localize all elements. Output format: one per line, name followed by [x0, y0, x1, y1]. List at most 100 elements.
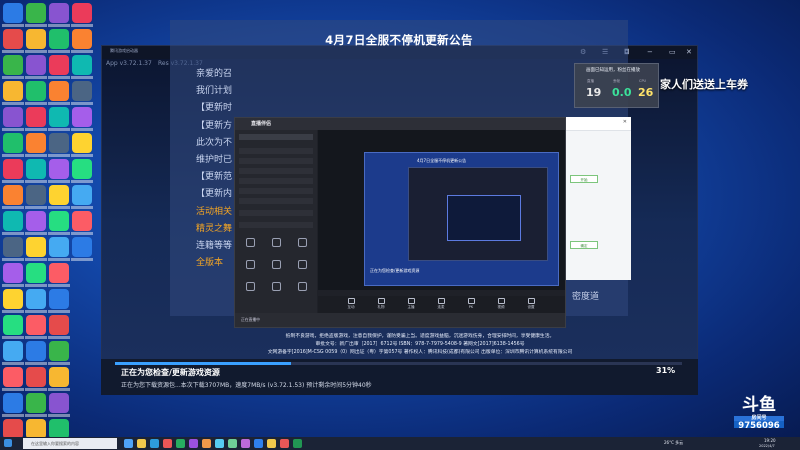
taskbar-app-icon[interactable] [241, 439, 250, 448]
desktop-app-icon[interactable] [26, 263, 46, 283]
taskbar-app-icon[interactable] [124, 439, 133, 448]
desktop-app-icon[interactable] [26, 315, 46, 335]
taskbar-app-icon[interactable] [267, 439, 276, 448]
companion-tool[interactable] [265, 260, 287, 271]
desktop-app-icon[interactable] [26, 159, 46, 179]
desktop-app-icon[interactable] [49, 289, 69, 309]
scene-tab-bar[interactable] [239, 134, 313, 140]
desktop-app-icon[interactable] [26, 419, 46, 439]
minimize-icon[interactable]: − [647, 47, 653, 58]
desktop-app-icon[interactable] [49, 3, 69, 23]
taskbar-app-icon[interactable] [150, 439, 159, 448]
desktop-app-icon[interactable] [49, 29, 69, 49]
desktop-app-icon[interactable] [3, 367, 23, 387]
desktop-app-icon[interactable] [3, 81, 23, 101]
start-icon[interactable] [4, 439, 12, 447]
desktop-app-icon[interactable] [49, 367, 69, 387]
desktop-app-icon[interactable] [49, 393, 69, 413]
control-button[interactable]: 设置 [518, 298, 544, 310]
companion-tool[interactable] [291, 282, 313, 293]
desktop-app-icon[interactable] [3, 211, 23, 231]
desktop-app-icon[interactable] [26, 211, 46, 231]
desktop-app-icon[interactable] [49, 159, 69, 179]
desktop-app-icon[interactable] [49, 237, 69, 257]
control-button[interactable]: PK [458, 298, 484, 309]
companion-tool[interactable] [239, 260, 261, 271]
desktop-app-icon[interactable] [3, 29, 23, 49]
desktop-app-icon[interactable] [72, 55, 92, 75]
desktop-app-icon[interactable] [3, 3, 23, 23]
desktop-app-icon[interactable] [3, 107, 23, 127]
desktop-app-icon[interactable] [49, 133, 69, 153]
desktop-app-icon[interactable] [26, 367, 46, 387]
desktop-app-icon[interactable] [49, 419, 69, 439]
desktop-app-icon[interactable] [3, 393, 23, 413]
scene-item[interactable] [239, 198, 313, 204]
control-button[interactable]: 互动 [338, 298, 364, 310]
desktop-app-icon[interactable] [3, 159, 23, 179]
desktop-app-icon[interactable] [72, 81, 92, 101]
taskbar-app-icon[interactable] [254, 439, 263, 448]
desktop-app-icon[interactable] [72, 107, 92, 127]
companion-tool[interactable] [291, 238, 313, 249]
desktop-app-icon[interactable] [72, 159, 92, 179]
streaming-companion-window[interactable]: 直播伴侣 4月7日全服不停机更新公告 正在为您检查/更新游戏资源 互动 礼物 主播 连… [234, 117, 566, 328]
companion-tool[interactable] [291, 260, 313, 271]
desktop-app-icon[interactable] [3, 315, 23, 335]
desktop-app-icon[interactable] [3, 419, 23, 439]
desktop-app-icon[interactable] [26, 237, 46, 257]
desktop-app-icon[interactable] [72, 237, 92, 257]
side-panel-close-icon[interactable]: ✕ [623, 119, 627, 125]
desktop-app-icon[interactable] [72, 211, 92, 231]
desktop-app-icon[interactable] [26, 393, 46, 413]
desktop-app-icon[interactable] [3, 289, 23, 309]
desktop-app-icon[interactable] [72, 133, 92, 153]
scene-item[interactable] [239, 222, 313, 228]
side-panel-button[interactable]: 确定 [570, 241, 598, 249]
taskbar-app-icon[interactable] [137, 439, 146, 448]
desktop-app-icon[interactable] [3, 237, 23, 257]
taskbar-app-icon[interactable] [202, 439, 211, 448]
desktop-app-icon[interactable] [3, 263, 23, 283]
companion-tool[interactable] [239, 238, 261, 249]
taskbar-app-icon[interactable] [163, 439, 172, 448]
desktop-app-icon[interactable] [3, 133, 23, 153]
desktop-app-icon[interactable] [49, 263, 69, 283]
desktop-app-icon[interactable] [49, 107, 69, 127]
desktop-app-icon[interactable] [72, 185, 92, 205]
desktop-app-icon[interactable] [26, 289, 46, 309]
scene-item[interactable] [239, 158, 313, 164]
taskbar-app-icon[interactable] [215, 439, 224, 448]
taskbar-app-icon[interactable] [176, 439, 185, 448]
desktop-app-icon[interactable] [26, 29, 46, 49]
desktop-app-icon[interactable] [26, 3, 46, 23]
scene-item[interactable] [239, 210, 313, 216]
taskbar-app-icon[interactable] [189, 439, 198, 448]
taskbar-app-icon[interactable] [293, 439, 302, 448]
desktop-app-icon[interactable] [3, 55, 23, 75]
scene-item[interactable] [239, 148, 313, 154]
desktop-app-icon[interactable] [26, 81, 46, 101]
companion-tool[interactable] [239, 282, 261, 293]
scene-item[interactable] [239, 178, 313, 184]
desktop-app-icon[interactable] [26, 185, 46, 205]
control-button[interactable]: 礼物 [368, 298, 394, 310]
desktop-app-icon[interactable] [26, 341, 46, 361]
desktop-app-icon[interactable] [3, 341, 23, 361]
desktop-app-icon[interactable] [26, 107, 46, 127]
scene-item[interactable] [239, 188, 313, 194]
control-button[interactable]: 连麦 [428, 298, 454, 310]
desktop-app-icon[interactable] [72, 29, 92, 49]
desktop-app-icon[interactable] [49, 81, 69, 101]
scene-item[interactable] [239, 168, 313, 174]
companion-tool[interactable] [265, 282, 287, 293]
side-panel-window[interactable]: ✕ 开始 确定 [566, 117, 631, 280]
desktop-app-icon[interactable] [49, 315, 69, 335]
taskbar-app-icon[interactable] [228, 439, 237, 448]
desktop-app-icon[interactable] [49, 185, 69, 205]
side-panel-button[interactable]: 开始 [570, 175, 598, 183]
desktop-app-icon[interactable] [26, 55, 46, 75]
desktop-app-icon[interactable] [72, 3, 92, 23]
taskbar-search-box[interactable]: 在这里输入你要搜索的内容 [23, 438, 117, 449]
restore-icon[interactable]: ▭ [669, 47, 676, 58]
